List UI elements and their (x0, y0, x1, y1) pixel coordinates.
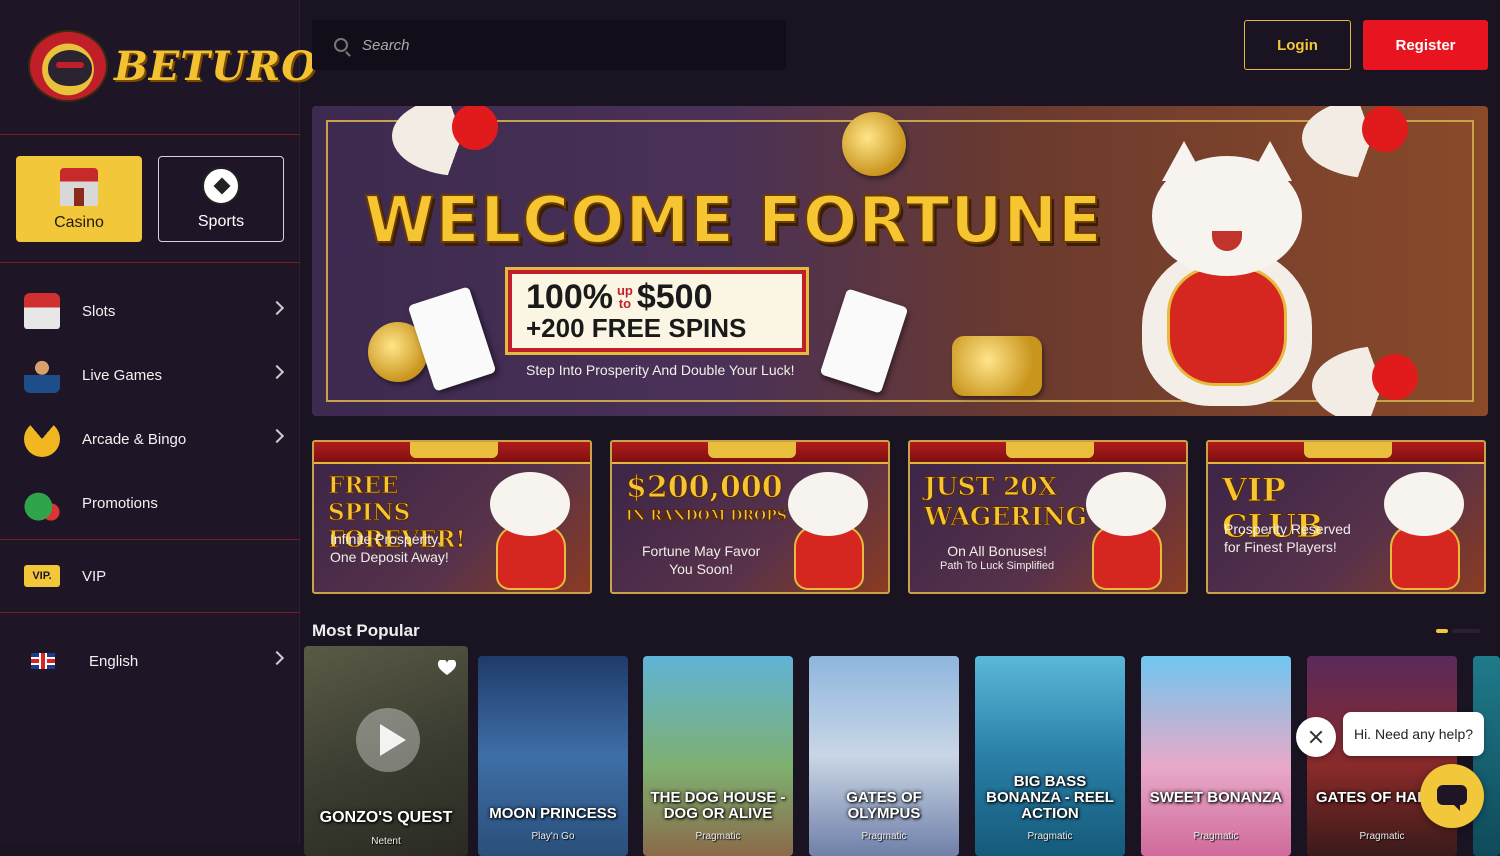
offer-up-to: up to (616, 283, 633, 311)
lucky-cat-icon (780, 472, 876, 590)
game-provider: Pragmatic (861, 831, 907, 842)
game-tile-moon-princess[interactable]: MOON PRINCESS Play'n Go (478, 656, 628, 856)
chevron-right-icon (269, 364, 285, 380)
cat-mascot-logo-icon (28, 30, 108, 102)
casino-category-button[interactable]: Casino (16, 156, 142, 242)
lucky-cat-icon (1376, 472, 1472, 590)
play-icon[interactable] (356, 708, 420, 772)
game-provider: Play'n Go (531, 831, 575, 842)
promo-title-line2: IN RANDOM DROPS (626, 508, 788, 525)
divider (0, 134, 300, 135)
language-label: English (89, 652, 139, 670)
promo-card-vip-club[interactable]: VIP CLUB Prosperity Reserved for Finest P… (1206, 440, 1486, 594)
game-provider: Pragmatic (1359, 831, 1405, 842)
casino-label: Casino (54, 214, 104, 231)
coin-stack-icon (952, 336, 1042, 396)
game-provider: Netent (371, 836, 401, 847)
divider (0, 539, 300, 540)
game-tile-sweet-bonanza[interactable]: SWEET BONANZA Pragmatic (1141, 656, 1291, 856)
top-bar: Login Register (300, 0, 1500, 90)
search-icon (334, 38, 348, 52)
sidebar-item-label: Slots (82, 302, 116, 320)
promo-title: JUST 20x WAGERING (924, 472, 1088, 532)
game-tile-gonzos-quest[interactable]: GONZO'S QUEST Netent (304, 646, 468, 856)
chevron-right-icon (269, 650, 285, 666)
game-tile-dog-house[interactable]: THE DOG HOUSE - DOG OR ALIVE Pragmatic (643, 656, 793, 856)
search-input[interactable] (362, 36, 762, 54)
sidebar-item-slots[interactable]: Slots (0, 286, 300, 336)
lucky-cat-icon (1078, 472, 1174, 590)
offer-max: $500 (636, 278, 713, 316)
carousel-pager[interactable] (1436, 629, 1480, 633)
game-tile-gates-of-hades[interactable]: GATES OF HADES Pragmatic (1307, 656, 1457, 856)
game-tile-partial[interactable] (1473, 656, 1500, 856)
sidebar: BETURO Casino Sports Slots Live Games Ar… (0, 0, 316, 844)
hero-tagline: Step Into Prosperity And Double Your Luc… (526, 362, 795, 378)
brand-name: BETURO (114, 42, 318, 90)
promo-card-free-spins[interactable]: FREE SPINS FOREVER! Infinite Prosperity,… (312, 440, 592, 594)
lucky-cat-icon (482, 472, 578, 590)
promo-title: $200,000 (626, 470, 784, 505)
search-box[interactable] (312, 20, 786, 70)
sidebar-item-vip[interactable]: VIP. VIP (0, 551, 300, 601)
poker-chip-icon (842, 112, 906, 176)
pacman-icon (24, 421, 60, 457)
hero-title: WELCOME FORTUNE (363, 183, 1103, 259)
offer-spins: +200 FREE SPINS (526, 313, 747, 343)
lucky-cat-mascot (1112, 136, 1332, 406)
game-title: GONZO'S QUEST (319, 809, 453, 826)
live-dealer-icon (24, 357, 60, 393)
chat-launcher-icon[interactable] (1420, 764, 1484, 828)
casino-icon (60, 168, 98, 206)
promo-card-wagering[interactable]: JUST 20x WAGERING On All Bonuses! Path To… (908, 440, 1188, 594)
favorite-heart-icon[interactable] (438, 660, 456, 676)
soccer-ball-icon (202, 167, 240, 205)
sidebar-item-label: Promotions (82, 494, 158, 512)
divider (0, 262, 300, 263)
logo[interactable]: BETURO (28, 30, 317, 102)
register-button[interactable]: Register (1363, 20, 1488, 70)
money-bag-icon (24, 485, 60, 521)
divider (0, 612, 300, 613)
chevron-right-icon (269, 300, 285, 316)
sidebar-item-live-games[interactable]: Live Games (0, 350, 300, 400)
most-popular-heading: Most Popular (312, 621, 420, 640)
game-tile-gates-of-olympus[interactable]: GATES OF OLYMPUS Pragmatic (809, 656, 959, 856)
sidebar-item-label: Live Games (82, 366, 163, 384)
promo-subtitle: Prosperity Reserved for Finest Players! (1224, 521, 1351, 555)
sports-label: Sports (197, 213, 245, 230)
uk-flag-icon (31, 653, 55, 669)
game-provider: Pragmatic (1193, 831, 1239, 842)
game-tile-big-bass-bonanza[interactable]: BIG BASS BONANZA - REEL ACTION Pragmatic (975, 656, 1125, 856)
sidebar-item-label: Arcade & Bingo (82, 430, 187, 448)
offer-box: 100% up to $500 +200 FREE SPINS (508, 270, 806, 352)
promo-subtitle: On All Bonuses! Path To Luck Simplified (940, 543, 1055, 572)
language-selector[interactable]: English (0, 636, 300, 686)
vip-badge-icon: VIP. (24, 565, 60, 587)
game-title: SWEET BONANZA (1149, 789, 1283, 806)
game-provider: Pragmatic (695, 831, 741, 842)
game-title: BIG BASS BONANZA - REEL ACTION (986, 773, 1114, 822)
chevron-right-icon (269, 428, 285, 444)
paper-fan-icon (1312, 346, 1452, 416)
sports-category-button[interactable]: Sports (158, 156, 284, 242)
offer-percent: 100% (526, 278, 613, 316)
hero-banner[interactable]: WELCOME FORTUNE 100% up to $500 +200 FREE… (312, 106, 1488, 416)
chat-close-button[interactable] (1296, 717, 1336, 757)
sidebar-item-label: VIP (82, 567, 107, 585)
sidebar-item-arcade-bingo[interactable]: Arcade & Bingo (0, 414, 300, 464)
game-title: MOON PRINCESS (489, 805, 617, 822)
sidebar-item-promotions[interactable]: Promotions (0, 478, 300, 528)
promo-card-random-drops[interactable]: $200,000 IN RANDOM DROPS Fortune May Fav… (610, 440, 890, 594)
game-provider: Pragmatic (1027, 831, 1073, 842)
game-title: THE DOG HOUSE - DOG OR ALIVE (650, 789, 786, 822)
chat-greeting[interactable]: Hi. Need any help? (1343, 712, 1484, 756)
login-button[interactable]: Login (1244, 20, 1351, 70)
game-title: GATES OF OLYMPUS (846, 789, 922, 822)
slot-machine-icon (24, 293, 60, 329)
promo-subtitle: Infinite Prosperity, One Deposit Away! (330, 531, 449, 565)
promo-subtitle: Fortune May Favor You Soon! (642, 543, 761, 577)
